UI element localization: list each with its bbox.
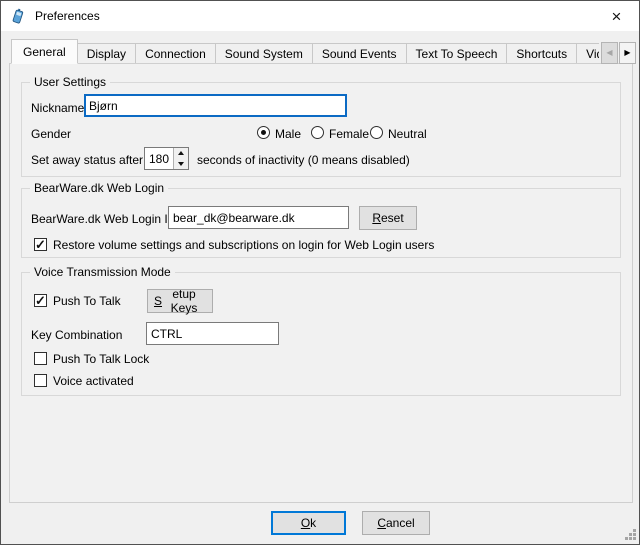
tab-connection[interactable]: Connection (135, 43, 216, 64)
nickname-input[interactable] (84, 94, 347, 117)
push-to-talk-checkbox[interactable] (34, 294, 47, 307)
voice-activated-checkbox[interactable] (34, 374, 47, 387)
tab-scroll-left-button: ◀ (601, 42, 618, 64)
away-status-suffix-label: seconds of inactivity (0 means disabled) (197, 153, 410, 167)
resize-grip[interactable] (624, 529, 636, 541)
window-title: Preferences (35, 9, 100, 23)
scroll-right-icon: ▶ (624, 49, 630, 57)
spin-down-icon (178, 162, 184, 166)
voice-activated-label[interactable]: Voice activated (53, 374, 134, 388)
radio-female-label[interactable]: Female (329, 127, 369, 141)
group-voice-transmission-title: Voice Transmission Mode (30, 265, 175, 279)
nickname-label: Nickname (31, 101, 84, 115)
tab-video[interactable]: Video (576, 43, 599, 64)
tab-sound-system[interactable]: Sound System (215, 43, 313, 64)
push-to-talk-lock-label[interactable]: Push To Talk Lock (53, 352, 149, 366)
spin-up-icon (178, 151, 184, 155)
reset-button[interactable]: Reset (359, 206, 417, 230)
radio-neutral[interactable] (370, 126, 383, 139)
push-to-talk-label[interactable]: Push To Talk (53, 294, 121, 308)
tab-shortcuts[interactable]: Shortcuts (506, 43, 577, 64)
tab-display[interactable]: Display (77, 43, 136, 64)
key-combination-label: Key Combination (31, 328, 122, 342)
web-login-id-input[interactable] (168, 206, 349, 229)
restore-volume-label[interactable]: Restore volume settings and subscription… (53, 238, 434, 252)
web-login-id-label: BearWare.dk Web Login ID (31, 212, 176, 226)
gender-label: Gender (31, 127, 71, 141)
tab-general[interactable]: General (11, 39, 78, 64)
close-button[interactable]: × (594, 1, 639, 31)
tab-text-to-speech[interactable]: Text To Speech (406, 43, 508, 64)
group-web-login-title: BearWare.dk Web Login (30, 181, 168, 195)
spin-down-button[interactable] (174, 159, 188, 170)
title-bar[interactable]: Preferences × (1, 1, 639, 31)
close-icon: × (612, 8, 622, 25)
radio-female[interactable] (311, 126, 324, 139)
teamtalk-app-icon (10, 8, 26, 24)
key-combination-input[interactable] (146, 322, 279, 345)
spin-up-button[interactable] (174, 148, 188, 159)
group-user-settings-title: User Settings (30, 75, 110, 89)
setup-keys-button[interactable]: Setup Keys (147, 289, 213, 313)
radio-male[interactable] (257, 126, 270, 139)
restore-volume-checkbox[interactable] (34, 238, 47, 251)
scroll-left-icon: ◀ (606, 49, 612, 57)
cancel-button[interactable]: Cancel (362, 511, 430, 535)
ok-button[interactable]: Ok (271, 511, 346, 535)
preferences-dialog: Preferences × General Display Connection… (0, 0, 640, 545)
radio-neutral-label[interactable]: Neutral (388, 127, 427, 141)
tab-scroll-right-button[interactable]: ▶ (619, 42, 636, 64)
tab-sound-events[interactable]: Sound Events (312, 43, 407, 64)
away-seconds-value[interactable]: 180 (145, 148, 173, 169)
tab-bar: General Display Connection Sound System … (11, 39, 599, 64)
push-to-talk-lock-checkbox[interactable] (34, 352, 47, 365)
away-status-label: Set away status after (31, 153, 143, 167)
away-seconds-spinbox[interactable]: 180 (144, 147, 189, 170)
radio-male-label[interactable]: Male (275, 127, 301, 141)
